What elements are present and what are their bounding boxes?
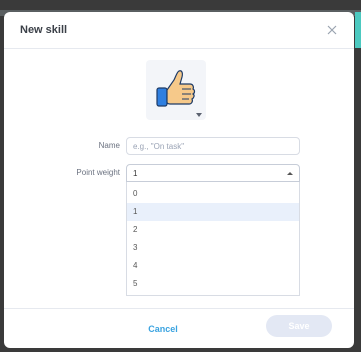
point-weight-option-selected[interactable]: 1 — [127, 203, 299, 221]
point-weight-option[interactable]: 0 — [127, 185, 299, 203]
point-weight-option[interactable]: 4 — [127, 257, 299, 275]
skill-icon-picker[interactable] — [146, 60, 206, 120]
background-accent — [355, 12, 361, 48]
thumbs-up-icon — [156, 70, 196, 107]
point-weight-option[interactable]: 5 — [127, 275, 299, 293]
point-weight-options: 0 1 2 3 4 5 — [126, 182, 300, 296]
close-button[interactable] — [322, 20, 342, 40]
cancel-button[interactable]: Cancel — [124, 319, 202, 339]
dialog-footer: Cancel Save — [4, 308, 354, 349]
name-input[interactable] — [126, 137, 300, 155]
point-weight-option[interactable]: 3 — [127, 239, 299, 257]
new-skill-dialog: New skill Name Point weight 1 0 1 2 3 4 … — [4, 12, 354, 348]
name-label: Name — [98, 141, 120, 150]
chevron-up-icon — [287, 172, 293, 175]
dialog-header: New skill — [4, 12, 354, 49]
point-weight-selected-value: 1 — [133, 169, 138, 178]
dialog-title: New skill — [20, 24, 68, 36]
save-button[interactable]: Save — [266, 315, 332, 337]
point-weight-select[interactable]: 1 — [126, 164, 300, 182]
point-weight-option[interactable]: 2 — [127, 221, 299, 239]
point-weight-label: Point weight — [76, 168, 120, 177]
close-icon — [327, 25, 337, 35]
chevron-down-icon — [196, 113, 202, 117]
